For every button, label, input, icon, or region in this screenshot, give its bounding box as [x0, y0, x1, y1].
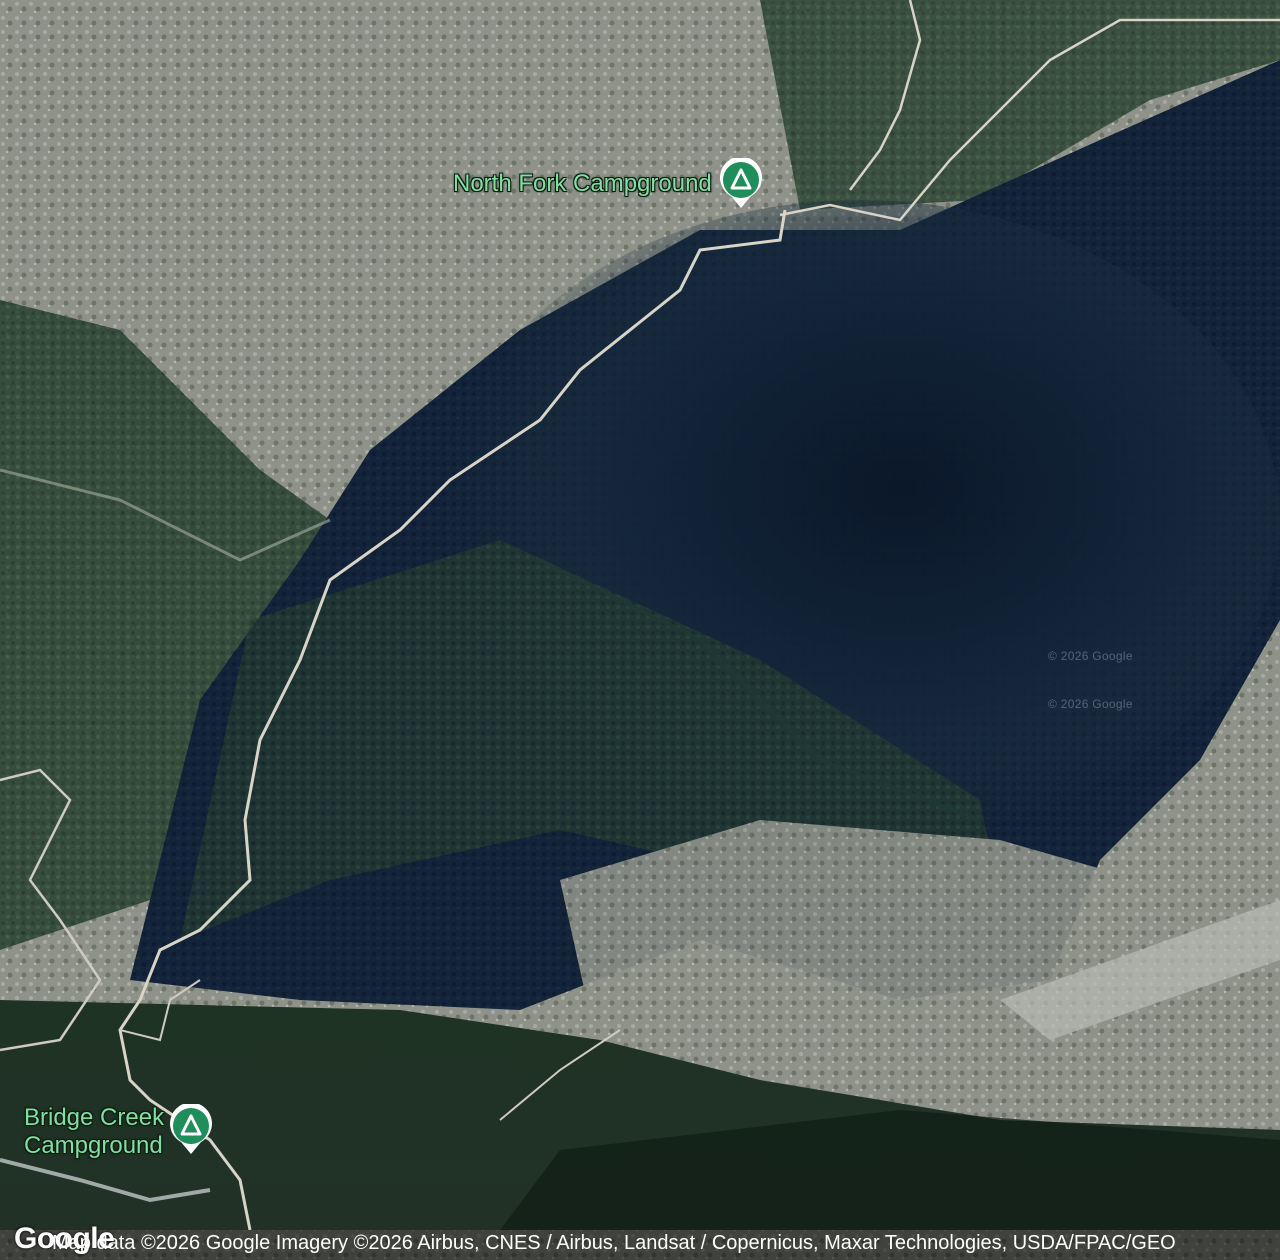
map-watermark: © 2026 Google [1048, 649, 1133, 663]
map-watermark: © 2026 Google [1048, 697, 1133, 711]
map-view[interactable]: © 2026 Google © 2026 Google North Fork C… [0, 0, 1280, 1260]
attribution-bar: Google Map data ©2026 Google Imagery ©20… [0, 1222, 1280, 1260]
campground-icon[interactable] [718, 158, 764, 210]
place-label[interactable]: North Fork Campground [453, 170, 712, 198]
place-label[interactable]: Bridge Creek Campground [24, 1104, 164, 1160]
campground-icon[interactable] [168, 1104, 214, 1156]
place-marker-north-fork-campground[interactable]: North Fork Campground [453, 158, 764, 210]
attribution-text[interactable]: Map data ©2026 Google Imagery ©2026 Airb… [52, 1232, 1176, 1255]
place-marker-bridge-creek-campground[interactable]: Bridge Creek Campground [24, 1104, 214, 1160]
